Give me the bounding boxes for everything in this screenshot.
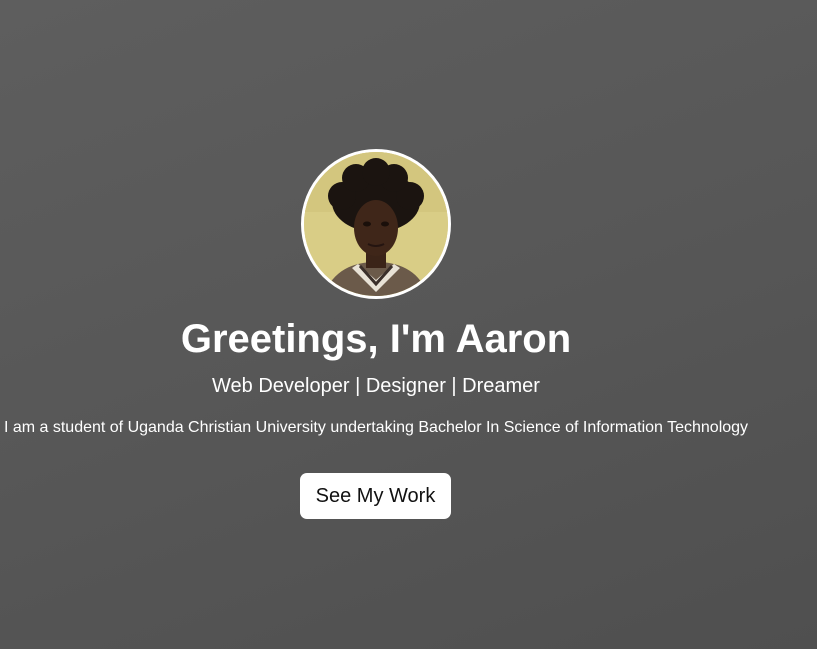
page-title: Greetings, I'm Aaron [180,317,572,361]
bio-text: I am a student of Uganda Christian Unive… [3,419,749,436]
see-my-work-button[interactable]: See My Work [300,473,451,519]
tagline: Web Developer | Designer | Dreamer [212,375,540,397]
profile-photo-image [304,152,448,296]
hero-section: Greetings, I'm Aaron Web Developer | Des… [0,0,752,649]
profile-photo [301,149,451,299]
